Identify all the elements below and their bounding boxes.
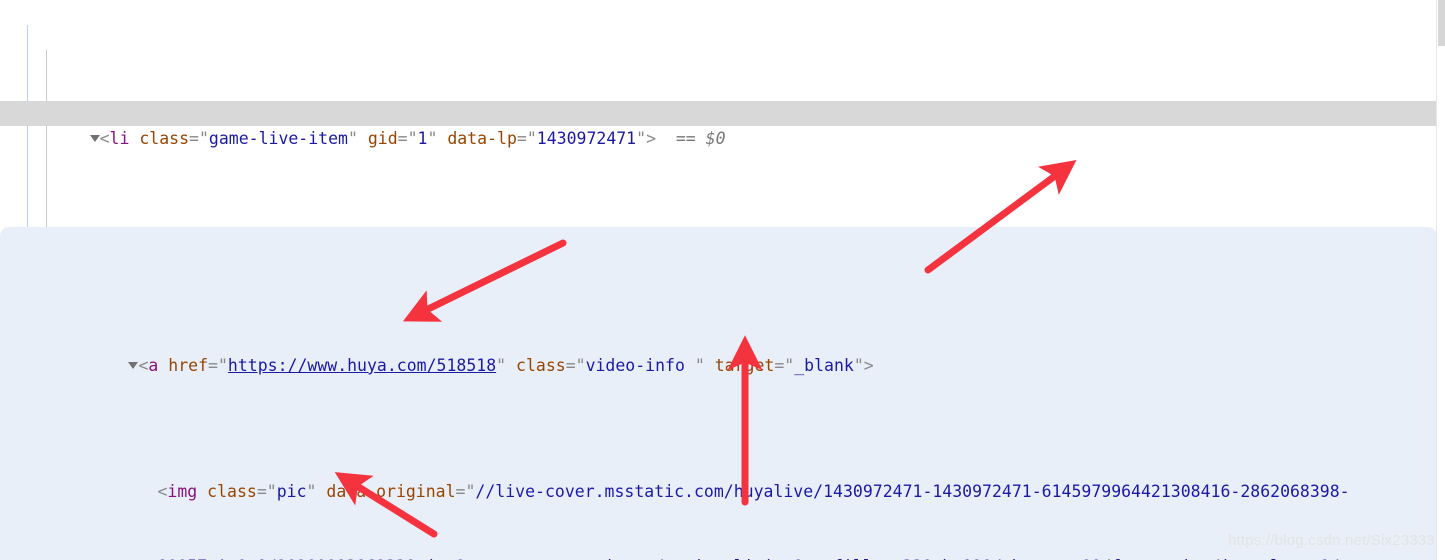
tag-name-li: li xyxy=(109,129,130,149)
selected-node-marker: == $0 xyxy=(675,129,726,149)
attr-class: class xyxy=(207,481,257,501)
expand-triangle-icon[interactable] xyxy=(128,361,139,369)
attr-value-class[interactable]: pic xyxy=(277,482,307,501)
punct-eq: = xyxy=(516,129,527,149)
punct-quote: " xyxy=(694,355,705,375)
punct-eq: = xyxy=(774,355,785,375)
attr-value-data-lp[interactable]: 1430972471 xyxy=(537,129,636,148)
punct-eq: = xyxy=(397,129,408,149)
hovered-node-block: <a href="https://www.huya.com/518518" cl… xyxy=(0,226,1437,560)
expand-triangle-icon[interactable] xyxy=(89,135,100,143)
punct-gt: > xyxy=(646,129,656,149)
punct-quote: " xyxy=(306,481,317,501)
attr-value-class[interactable]: video-info xyxy=(586,356,695,375)
csdn-watermark: https://blog.csdn.net/Six23333 xyxy=(1228,532,1435,549)
tag-name-img: img xyxy=(167,481,198,501)
punct-eq: = xyxy=(208,355,218,375)
punct-quote: " xyxy=(427,129,438,149)
punct-eq: = xyxy=(256,481,267,501)
punct-lt: < xyxy=(157,481,168,501)
punct-quote: " xyxy=(407,129,418,149)
punct-quote: " xyxy=(853,355,864,375)
attr-data-original: data-original xyxy=(326,481,456,501)
punct-eq: = xyxy=(455,481,466,501)
scrollbar-thumb[interactable] xyxy=(1438,0,1445,46)
punct-quote: " xyxy=(784,355,795,375)
attr-href: href xyxy=(168,355,209,375)
attr-value-gid[interactable]: 1 xyxy=(418,129,428,148)
attr-value-href-link[interactable]: https://www.huya.com/518518 xyxy=(228,356,496,375)
punct-quote: " xyxy=(217,355,228,375)
punct-quote: " xyxy=(575,355,586,375)
tag-name-a: a xyxy=(148,355,159,375)
attr-gid: gid xyxy=(367,129,398,149)
attr-class: class xyxy=(516,355,566,375)
attr-value-data-original-part1[interactable]: //live-cover.msstatic.com/huyalive/14309… xyxy=(475,482,1349,501)
vertical-scrollbar[interactable] xyxy=(1436,0,1445,560)
punct-quote: " xyxy=(465,481,476,501)
punct-quote: " xyxy=(636,129,647,149)
attr-value-target[interactable]: _blank xyxy=(794,356,854,375)
punct-quote: " xyxy=(347,129,358,149)
attr-target: target xyxy=(714,355,775,375)
punct-quote: " xyxy=(266,481,277,501)
punct-eq: = xyxy=(565,355,576,375)
punct-quote: " xyxy=(526,129,537,149)
dom-node-li-open[interactable]: <li class="game-live-item" gid="1" data-… xyxy=(0,100,1437,148)
punct-quote: " xyxy=(198,129,209,149)
dom-node-img-open-part2[interactable]: 10057-A-0-1/20200813162339.jpg?x-oss-pro… xyxy=(0,529,1437,560)
punct-eq: = xyxy=(189,129,199,149)
dom-node-img-open-part1[interactable]: <img class="pic" data-original="//live-c… xyxy=(0,454,1437,501)
attr-data-lp: data-lp xyxy=(447,129,517,149)
punct-lt: < xyxy=(138,355,149,375)
punct-quote: " xyxy=(496,355,507,375)
devtools-elements-panel: <li class="game-live-item" gid="1" data-… xyxy=(0,0,1445,560)
attr-class: class xyxy=(139,129,190,149)
punct-gt: > xyxy=(863,355,874,375)
attr-value-class[interactable]: game-live-item xyxy=(209,129,348,148)
dom-tree: <li class="game-live-item" gid="1" data-… xyxy=(0,0,1437,560)
punct-lt: < xyxy=(99,129,110,149)
dom-node-a-video-info-open[interactable]: <a href="https://www.huya.com/518518" cl… xyxy=(0,328,1437,375)
